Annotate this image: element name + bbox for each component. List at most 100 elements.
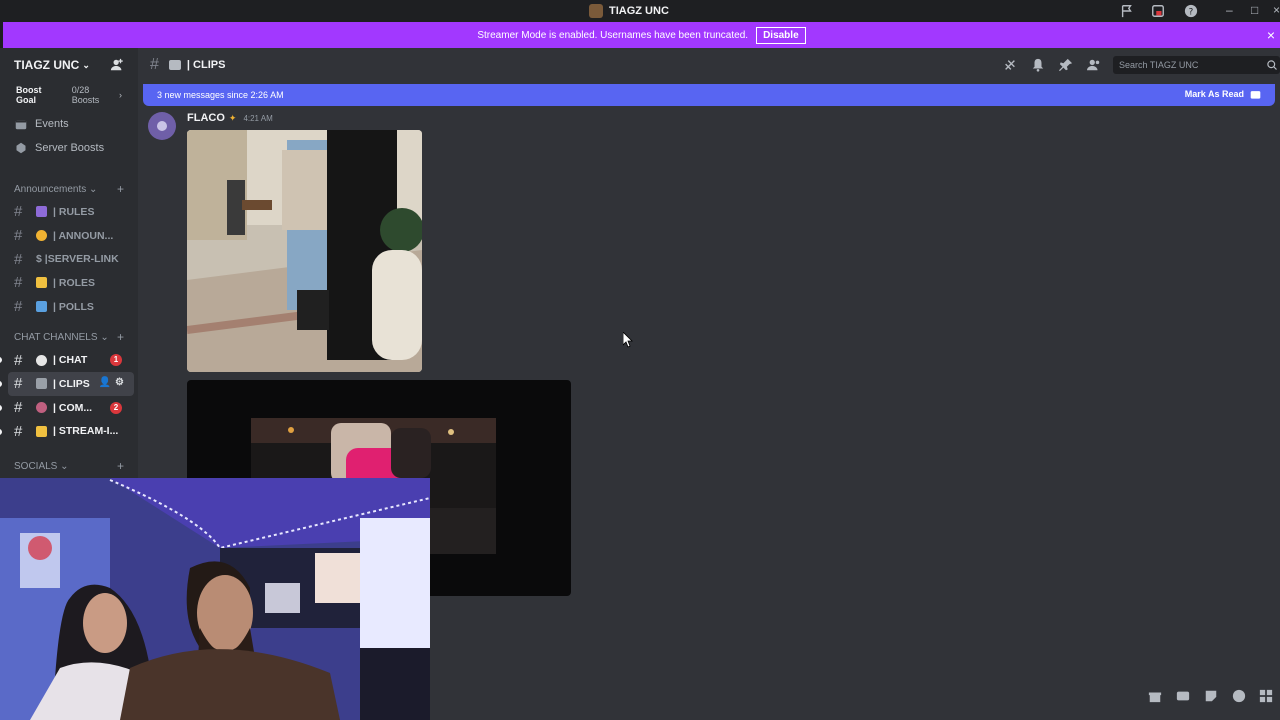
flag-icon[interactable] xyxy=(1120,4,1134,18)
inbox-icon[interactable] xyxy=(1151,4,1165,18)
category-chat-channels[interactable]: CHAT CHANNELS ⌄ + xyxy=(0,326,138,348)
channel-rules[interactable]: # | RULES xyxy=(0,200,134,224)
channel-label: | POLLS xyxy=(53,300,94,313)
mark-read-icon xyxy=(1250,91,1261,99)
server-logo-icon xyxy=(589,4,603,18)
category-label: Announcements xyxy=(14,183,87,195)
new-messages-bar[interactable]: 3 new messages since 2:26 AM Mark As Rea… xyxy=(143,84,1275,106)
channel-stream[interactable]: # | STREAM-I... xyxy=(0,420,134,444)
author-name[interactable]: FLACO xyxy=(187,112,225,124)
webcam-overlay xyxy=(0,478,430,720)
channel-announcements[interactable]: # | ANNOUN... xyxy=(0,224,134,248)
category-socials[interactable]: SOCIALS ⌄ + xyxy=(0,455,138,477)
boost-goal-label: Boost Goal xyxy=(16,85,42,105)
boost-icon xyxy=(16,142,26,154)
hash-icon: # xyxy=(14,274,23,292)
selected-indicator xyxy=(0,381,2,388)
unread-indicator xyxy=(0,404,2,411)
unread-indicator xyxy=(0,357,2,364)
chart-emoji-icon xyxy=(36,301,47,313)
events-label: Events xyxy=(35,118,69,130)
hash-icon: # xyxy=(14,351,23,369)
channel-label: | CLIPS xyxy=(53,377,90,390)
channel-server-link[interactable]: # $ |SERVER-LINK xyxy=(0,247,134,271)
gif-icon[interactable] xyxy=(1176,689,1190,703)
server-boosts-link[interactable]: Server Boosts xyxy=(0,136,138,160)
channel-sidebar: TIAGZ UNC ⌄ Boost Goal 0/28 Boosts › Eve… xyxy=(0,48,138,478)
channel-roles[interactable]: # | ROLES xyxy=(0,271,134,295)
mention-badge: 2 xyxy=(110,401,122,414)
add-channel-icon[interactable]: + xyxy=(117,182,124,196)
folder-emoji-icon xyxy=(36,277,47,289)
streamer-mode-banner: Streamer Mode is enabled. Usernames have… xyxy=(3,22,1280,48)
search-input[interactable]: Search TIAGZ UNC xyxy=(1113,56,1280,74)
search-placeholder: Search TIAGZ UNC xyxy=(1119,60,1199,70)
emoji-icon[interactable] xyxy=(1232,689,1246,703)
minimize-button[interactable]: – xyxy=(1226,3,1233,17)
mark-as-read-label: Mark As Read xyxy=(1184,89,1244,99)
category-announcements[interactable]: Announcements ⌄ + xyxy=(0,178,138,200)
category-label: CHAT CHANNELS xyxy=(14,331,98,343)
channel-community[interactable]: # | COM... 2 xyxy=(0,396,134,420)
add-channel-icon[interactable]: + xyxy=(117,330,124,344)
hash-icon: # xyxy=(14,422,23,440)
mention-badge: 1 xyxy=(110,354,122,367)
window-title: TIAGZ UNC xyxy=(589,4,669,18)
threads-icon[interactable] xyxy=(1003,58,1017,72)
server-header[interactable]: TIAGZ UNC ⌄ xyxy=(0,48,138,82)
gift-icon[interactable] xyxy=(1148,689,1162,703)
sticker-icon[interactable] xyxy=(1204,689,1218,703)
close-banner-icon[interactable]: × xyxy=(1267,28,1275,42)
category-label: SOCIALS xyxy=(14,460,58,472)
hash-icon: # xyxy=(150,56,159,73)
folder-emoji-icon xyxy=(36,425,47,437)
bell-icon[interactable] xyxy=(1031,58,1045,72)
channel-label: | ROLES xyxy=(53,276,96,289)
calendar-icon xyxy=(15,120,27,130)
invite-icon[interactable]: 👤 xyxy=(99,377,111,388)
help-icon[interactable]: ? xyxy=(1184,4,1198,18)
video-attachment[interactable] xyxy=(187,130,422,372)
channel-clips[interactable]: # | CLIPS 👤 ⚙ xyxy=(0,372,134,396)
banner-text: Streamer Mode is enabled. Usernames have… xyxy=(477,29,749,41)
hash-icon: # xyxy=(14,375,23,393)
channel-label: | ANNOUN... xyxy=(53,229,114,242)
hash-icon: # xyxy=(14,203,23,221)
webcam-feed-image xyxy=(0,478,430,720)
hash-icon: # xyxy=(14,250,23,268)
camera-emoji-icon xyxy=(168,60,181,70)
channel-polls[interactable]: # | POLLS xyxy=(0,295,134,319)
boost-goal[interactable]: Boost Goal 0/28 Boosts › xyxy=(0,82,138,108)
hash-icon: # xyxy=(14,227,23,245)
events-link[interactable]: Events xyxy=(0,112,138,136)
server-boosts-label: Server Boosts xyxy=(35,142,105,154)
channel-title: | CLIPS xyxy=(186,59,226,71)
chevron-right-icon: › xyxy=(119,90,122,100)
channel-header: # | CLIPS xyxy=(138,48,1280,82)
title-bar: TIAGZ UNC ? – □ × xyxy=(0,0,1280,22)
member-list-icon[interactable] xyxy=(1087,58,1101,72)
mark-as-read-button[interactable]: Mark As Read xyxy=(1185,89,1261,100)
server-name: TIAGZ UNC xyxy=(14,58,80,72)
channel-label: | CHAT xyxy=(53,354,88,367)
add-channel-icon[interactable]: + xyxy=(117,459,124,473)
message-timestamp: 4:21 AM xyxy=(243,114,273,123)
sparkle-icon: ✦ xyxy=(228,113,237,123)
pin-icon[interactable] xyxy=(1059,58,1073,72)
apps-icon[interactable] xyxy=(1259,689,1273,703)
hash-icon: # xyxy=(14,298,23,316)
bell-emoji-icon xyxy=(36,230,47,242)
notebook-emoji-icon xyxy=(36,206,47,218)
maximize-button[interactable]: □ xyxy=(1251,3,1258,17)
channel-chat[interactable]: # | CHAT 1 xyxy=(0,348,134,372)
boost-count: 0/28 Boosts xyxy=(71,85,100,105)
bus-emoji-icon xyxy=(36,402,47,414)
gear-icon[interactable]: ⚙ xyxy=(115,377,124,388)
close-window-button[interactable]: × xyxy=(1273,3,1280,17)
message-header: FLACO ✦ 4:21 AM xyxy=(187,112,273,124)
new-messages-text: 3 new messages since 2:26 AM xyxy=(157,90,284,100)
avatar[interactable] xyxy=(148,112,176,140)
add-user-icon[interactable] xyxy=(110,58,124,72)
disable-streamer-mode-button[interactable]: Disable xyxy=(756,26,806,44)
camera-emoji-icon xyxy=(36,378,47,390)
